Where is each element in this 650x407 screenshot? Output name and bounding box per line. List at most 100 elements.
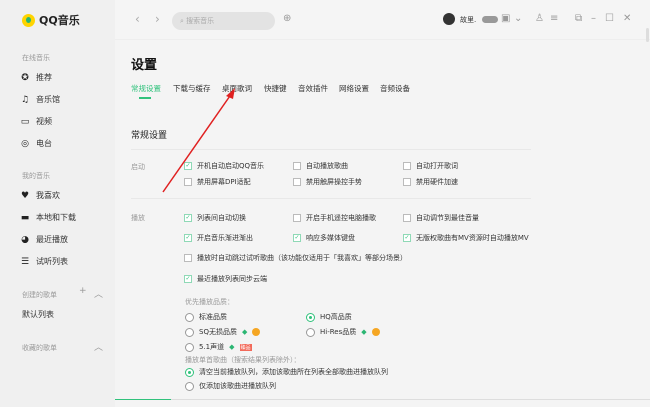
sidebar-item-radio[interactable]: ◎ 电台 [20,138,52,149]
tab-audio-plugins[interactable]: 音效插件 [298,83,328,94]
label: 本地和下载 [36,213,76,222]
skin-icon[interactable]: ♙ [535,13,544,24]
search-input[interactable]: ⌕ 搜索音乐 [172,12,275,30]
diamond-icon: ◆ [241,328,248,336]
checkbox-cloud-sync[interactable]: ✓ 最近播放列表同步云端 [184,274,267,284]
qq-music-logo-icon [22,13,35,27]
monitor-icon: ▬ [20,212,30,223]
sidebar-item-recommend[interactable]: ✪ 推荐 [20,72,52,83]
collapse-created-icon[interactable]: ︿ [94,287,103,300]
label: 清空当前播放队列，添加该歌曲所在列表全部歌曲进播放队列 [199,368,388,376]
premium-badge: 臻品 [239,343,252,351]
checkbox-fade[interactable]: ✓ 开启音乐渐进渐出 [184,233,253,243]
checkbox-auto-mv[interactable]: ✓ 无版权歌曲有MV资源时自动播放MV [403,233,529,243]
radio-icon [185,367,194,377]
checkbox-list-switch[interactable]: ✓ 列表间自动切换 [184,213,246,223]
clock-icon: ◕ [21,234,29,245]
label: 禁用屏幕DPI适配 [197,178,251,186]
collapse-collected-icon[interactable]: ︿ [94,340,103,353]
checkbox-icon [403,214,411,222]
label: 默认列表 [22,310,54,319]
label: 响应多媒体键盘 [306,234,355,242]
checkbox-auto-lyrics[interactable]: 自动打开歌词 [403,161,458,171]
scrollbar[interactable] [646,28,649,42]
label: 自动打开歌词 [416,162,458,170]
checkbox-icon: ✓ [184,162,192,170]
vip-icon[interactable]: ▣ [501,13,510,24]
sidebar-item-music-hall[interactable]: ♫ 音乐馆 [20,94,60,105]
radio-hires-quality[interactable]: Hi-Res品质 ◆ [306,327,380,337]
radio-icon: ◎ [21,138,29,149]
section-collected: 收藏的歌单 [22,344,57,352]
active-tab-indicator [139,97,151,99]
label: 最近播放 [36,235,68,244]
label: 我喜欢 [36,191,60,200]
back-icon[interactable]: ‹ [135,12,140,26]
checkbox-phone-remote[interactable]: 开启手机遥控电脑播歌 [293,213,376,223]
radio-icon [306,312,315,322]
checkbox-disable-hw-accel[interactable]: 禁用硬件加速 [403,177,458,187]
tab-general[interactable]: 常规设置 [131,83,161,94]
add-playlist-icon[interactable]: + [79,286,87,296]
label: 禁用硬件加速 [416,178,458,186]
tab-download-cache[interactable]: 下载与缓存 [173,83,211,94]
coin-icon [371,328,380,336]
radio-5-1-channel[interactable]: 5.1声道 ◆ 臻品 [185,342,252,352]
radio-replace-queue[interactable]: 清空当前播放队列，添加该歌曲所在列表全部歌曲进播放队列 [185,367,388,377]
progress-fill [115,399,171,400]
checkbox-autoplay[interactable]: 自动播放歌曲 [293,161,348,171]
tab-network[interactable]: 网络设置 [339,83,369,94]
checkbox-icon: ✓ [184,275,192,283]
radio-icon [185,342,194,352]
mini-mode-icon[interactable]: ⧉ [575,13,582,24]
playlist-icon: ☰ [20,256,30,267]
checkbox-disable-touch[interactable]: 禁用触屏操控手势 [293,177,362,187]
tab-shortcuts[interactable]: 快捷键 [264,83,287,94]
voice-search-icon[interactable]: ⊕ [283,13,291,24]
tab-audio-device[interactable]: 音频设备 [380,83,410,94]
checkbox-icon [293,214,301,222]
sidebar-item-recent[interactable]: ◕ 最近播放 [20,234,68,245]
label: 仅添加该歌曲进播放队列 [199,382,276,390]
forward-icon[interactable]: › [155,12,160,26]
checkbox-autostart[interactable]: ✓ 开机自动启动QQ音乐 [184,161,264,171]
app-logo[interactable]: QQ音乐 [22,12,80,28]
sidebar-item-trial-list[interactable]: ☰ 试听列表 [20,256,68,267]
label: 视频 [36,117,52,126]
radio-sq-quality[interactable]: SQ无损品质 ◆ [185,327,261,337]
close-icon[interactable]: ✕ [623,13,631,24]
checkbox-skip-trial[interactable]: 播放时自动跳过试听歌曲（该功能仅适用于「我喜欢」等部分场景） [184,253,407,263]
checkbox-auto-volume[interactable]: 自动调节到最佳音量 [403,213,479,223]
minimize-icon[interactable]: – [591,13,596,24]
username[interactable]: 故里. [460,15,476,25]
divider [131,198,531,199]
radio-standard-quality[interactable]: 标准品质 [185,312,227,322]
heart-icon: ♥ [20,190,30,201]
playback-progress[interactable] [115,399,650,400]
avatar[interactable] [443,13,455,25]
sidebar-item-local[interactable]: ▬ 本地和下载 [20,212,76,223]
sidebar-item-default-list[interactable]: 默认列表 [22,309,54,320]
checkbox-icon [403,162,411,170]
menu-icon[interactable]: ≡ [550,13,558,24]
music-note-icon: ♫ [20,94,30,105]
sidebar-item-video[interactable]: ▭ 视频 [20,116,52,127]
checkbox-icon [293,178,301,186]
label: 最近播放列表同步云端 [197,275,267,283]
single-song-title: 播放单首歌曲（搜索结果列表除外）： [185,356,301,364]
maximize-icon[interactable]: ☐ [605,13,614,24]
checkbox-disable-dpi[interactable]: 禁用屏幕DPI适配 [184,177,251,187]
radio-icon [306,327,315,337]
vip-badge-icon[interactable] [482,16,498,23]
chevron-down-icon[interactable]: ⌄ [514,13,522,24]
radio-hq-quality[interactable]: HQ高品质 [306,312,352,322]
label: 音乐馆 [36,95,60,104]
label: 推荐 [36,73,52,82]
label: 开启手机遥控电脑播歌 [306,214,376,222]
checkbox-media-keys[interactable]: ✓ 响应多媒体键盘 [293,233,355,243]
radio-add-only[interactable]: 仅添加该歌曲进播放队列 [185,381,276,391]
startup-label: 启动 [131,163,145,171]
tab-desktop-lyrics[interactable]: 桌面歌词 [222,83,252,94]
label: 标准品质 [199,313,227,321]
sidebar-item-favorites[interactable]: ♥ 我喜欢 [20,190,60,201]
